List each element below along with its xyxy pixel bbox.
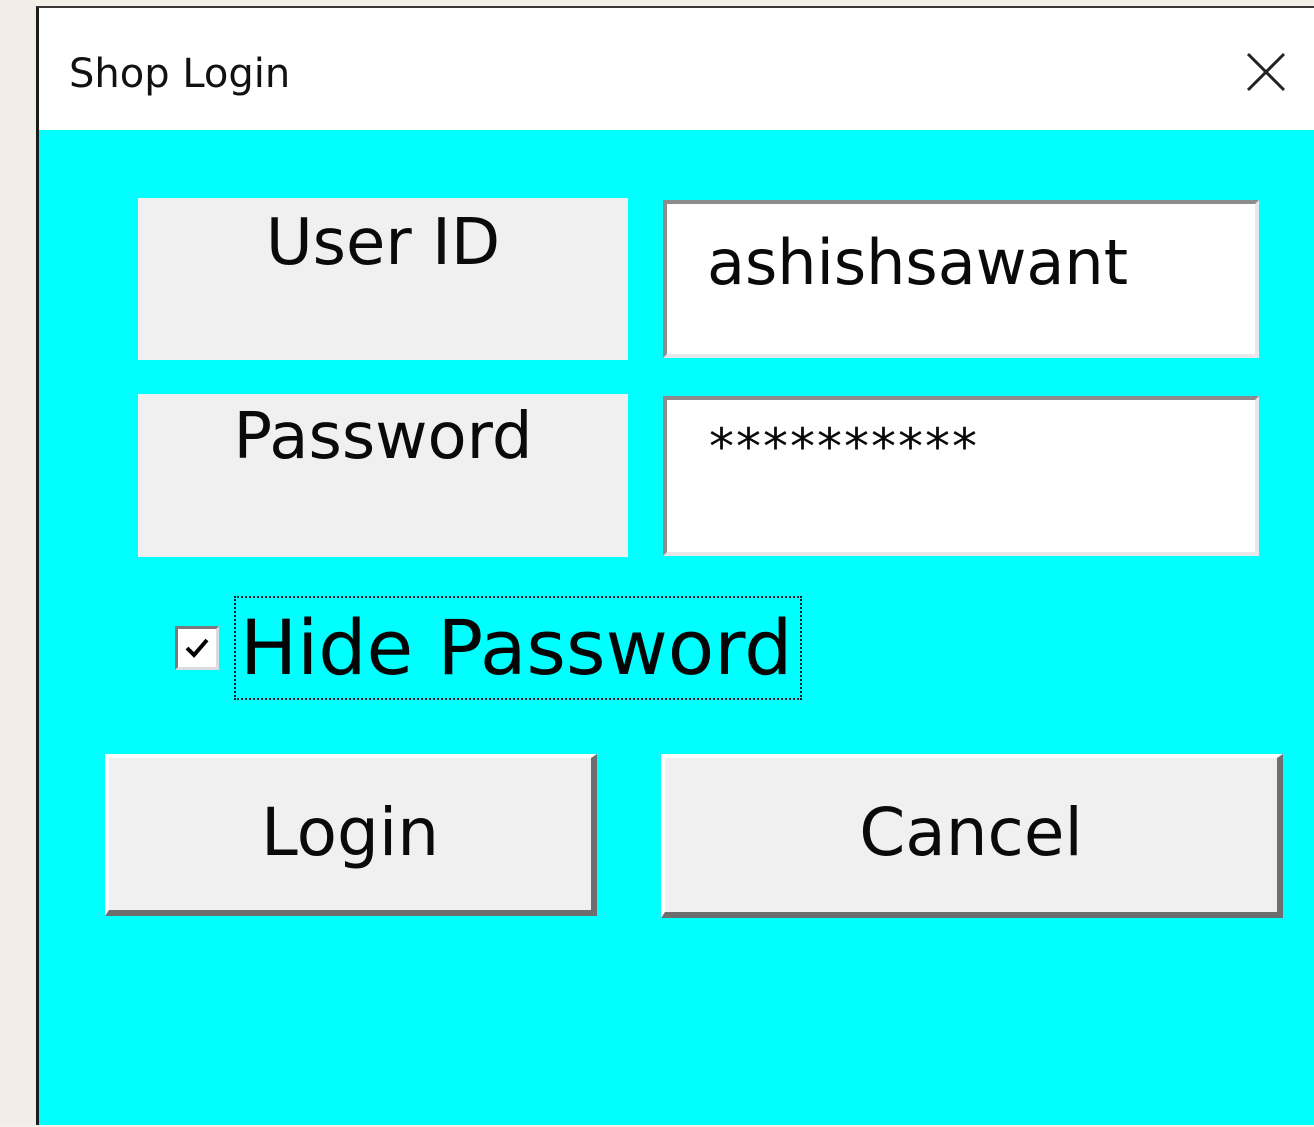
title-bar: Shop Login — [39, 8, 1314, 130]
login-button[interactable]: Login — [105, 754, 597, 916]
checkmark-icon — [185, 638, 209, 658]
close-button[interactable] — [1222, 28, 1314, 118]
desktop-backdrop — [0, 0, 36, 1125]
hide-password-checkbox-row[interactable]: Hide Password — [175, 596, 803, 700]
form-body: User ID ashishsawant Password **********… — [39, 130, 1314, 1127]
password-label-text: Password — [233, 400, 533, 474]
window-title: Shop Login — [69, 51, 291, 97]
user-id-label-text: User ID — [265, 206, 501, 280]
cancel-button[interactable]: Cancel — [661, 754, 1283, 918]
shop-login-dialog: Shop Login User ID ashishsawant Password… — [36, 6, 1314, 1125]
password-label: Password — [138, 394, 628, 557]
close-icon — [1246, 52, 1286, 92]
user-id-input[interactable]: ashishsawant — [663, 200, 1259, 358]
password-value: ********** — [709, 418, 979, 476]
user-id-label: User ID — [138, 198, 628, 360]
user-id-value: ashishsawant — [707, 226, 1129, 299]
password-input[interactable]: ********** — [663, 396, 1259, 556]
hide-password-checkbox[interactable] — [175, 626, 219, 670]
hide-password-label[interactable]: Hide Password — [234, 596, 803, 700]
